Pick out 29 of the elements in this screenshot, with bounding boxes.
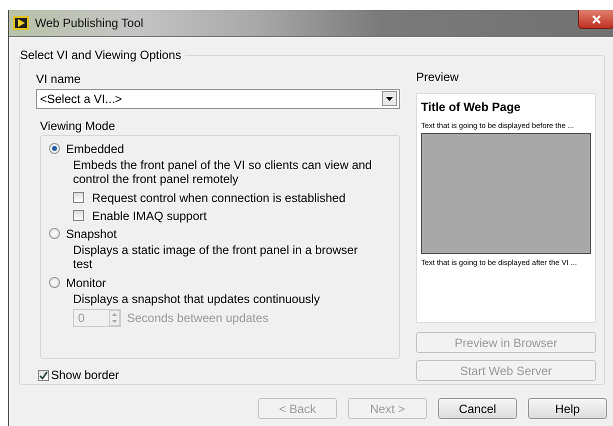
radio-button[interactable] bbox=[49, 228, 60, 239]
spinner-arrows-icon bbox=[109, 310, 120, 326]
radio-option[interactable]: Embedded bbox=[49, 140, 391, 158]
checkbox[interactable] bbox=[73, 192, 84, 203]
field-label: VI name bbox=[36, 72, 82, 86]
radio-option[interactable]: Snapshot bbox=[49, 224, 391, 242]
section-label: Preview bbox=[416, 70, 460, 84]
close-icon bbox=[592, 14, 600, 24]
page-title: Title of Web Page bbox=[421, 100, 522, 114]
window-title: Web Publishing Tool bbox=[35, 16, 144, 30]
mode-description: Embeds the front panel of the VI so clients can view and control the front panel remotely bbox=[73, 158, 373, 186]
checkbox-label: Show border bbox=[51, 368, 120, 382]
checkbox[interactable] bbox=[73, 210, 84, 221]
group-title: Select VI and Viewing Options bbox=[20, 48, 186, 62]
mode-description: Displays a static image of the front panel in a browser test bbox=[73, 242, 359, 270]
wizard-button[interactable]: Help bbox=[528, 398, 607, 419]
checkbox-label: Enable IMAQ support bbox=[92, 208, 207, 222]
checkbox[interactable] bbox=[38, 370, 49, 381]
radio-option[interactable]: Monitor bbox=[49, 274, 391, 292]
section-label: Viewing Mode bbox=[40, 118, 116, 132]
radio-button[interactable] bbox=[49, 143, 60, 154]
radio-button[interactable] bbox=[49, 277, 60, 288]
mode-description: Displays a snapshot that updates continuously bbox=[73, 292, 321, 306]
wizard-button[interactable]: Cancel bbox=[438, 398, 517, 419]
vi-dropdown[interactable]: <Select a VI...> bbox=[36, 89, 400, 108]
app-icon bbox=[13, 16, 29, 30]
close-button[interactable] bbox=[578, 10, 613, 29]
checkbox-label: Request control when connection is established bbox=[92, 190, 346, 204]
spinner-label: Seconds between updates bbox=[127, 310, 268, 324]
